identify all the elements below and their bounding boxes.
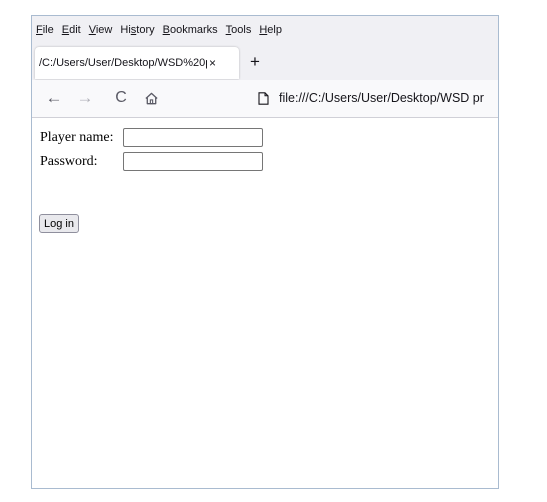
menu-bar: File Edit View History Bookmarks Tools H… bbox=[32, 16, 498, 44]
tab-strip: /C:/Users/User/Desktop/WSD%20pr × + bbox=[32, 44, 498, 80]
home-icon[interactable] bbox=[142, 89, 160, 107]
menu-help[interactable]: Help bbox=[259, 24, 282, 36]
menu-bookmarks[interactable]: Bookmarks bbox=[163, 24, 218, 36]
back-arrow-icon[interactable]: ← bbox=[45, 88, 63, 107]
new-tab-icon[interactable]: + bbox=[250, 53, 260, 70]
page-content: Player name: Password: Log in bbox=[32, 118, 498, 488]
player-name-row: Player name: bbox=[40, 128, 263, 147]
password-row: Password: bbox=[40, 152, 263, 171]
menu-view[interactable]: View bbox=[89, 24, 113, 36]
player-name-label: Player name: bbox=[40, 129, 114, 145]
menu-tools[interactable]: Tools bbox=[226, 24, 252, 36]
tab-title: /C:/Users/User/Desktop/WSD%20pr bbox=[39, 57, 207, 69]
tab-active[interactable]: /C:/Users/User/Desktop/WSD%20pr × bbox=[35, 47, 239, 79]
browser-window: File Edit View History Bookmarks Tools H… bbox=[31, 15, 499, 489]
url-text: file:///C:/Users/User/Desktop/WSD pr bbox=[279, 91, 484, 105]
menu-history[interactable]: History bbox=[120, 24, 154, 36]
password-label: Password: bbox=[40, 153, 98, 169]
reload-icon[interactable]: C bbox=[112, 89, 130, 107]
url-bar[interactable]: file:///C:/Users/User/Desktop/WSD pr bbox=[258, 86, 498, 110]
forward-arrow-icon[interactable]: → bbox=[76, 88, 94, 107]
login-button[interactable]: Log in bbox=[39, 214, 79, 233]
page-icon bbox=[258, 91, 269, 105]
password-input[interactable] bbox=[123, 152, 263, 171]
browser-chrome: File Edit View History Bookmarks Tools H… bbox=[32, 16, 498, 80]
navigation-bar: ← → C file:///C:/Users/User/Desktop/WSD … bbox=[32, 80, 498, 118]
player-name-input[interactable] bbox=[123, 128, 263, 147]
close-icon[interactable]: × bbox=[209, 56, 216, 70]
home-icon-svg bbox=[144, 92, 158, 104]
menu-edit[interactable]: Edit bbox=[62, 24, 81, 36]
menu-file[interactable]: File bbox=[36, 24, 54, 36]
